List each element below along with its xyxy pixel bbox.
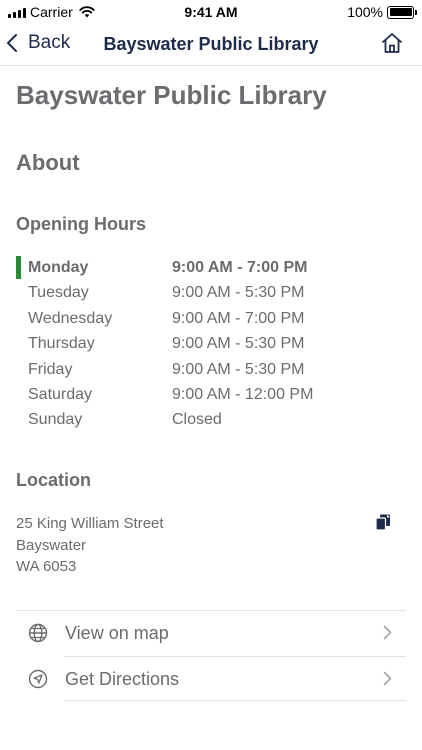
hours-day: Friday [28,360,73,378]
today-marker [16,256,21,279]
battery-percentage: 100% [347,4,383,20]
hours-time: 9:00 AM - 12:00 PM [172,385,314,403]
hours-row: Sunday Closed [16,408,406,433]
hours-time: 9:00 AM - 5:30 PM [172,284,305,302]
hours-time: 9:00 AM - 7:00 PM [172,259,308,276]
hours-row: Wednesday 9:00 AM - 7:00 PM [16,307,406,332]
hours-row: Monday 9:00 AM - 7:00 PM [16,256,406,281]
status-bar: Carrier 9:41 AM 100% [0,0,422,24]
globe-icon [28,623,48,643]
address: 25 King William Street Bayswater WA 6053 [16,513,164,578]
hours-day: Saturday [28,385,93,403]
hours-day: Tuesday [28,284,89,302]
page-title: Bayswater Public Library [16,80,327,110]
status-right: 100% [347,4,417,20]
location-heading: Location [16,470,91,490]
hours-time: 9:00 AM - 7:00 PM [172,309,305,327]
address-line-2: Bayswater [16,536,87,554]
chevron-right-icon [383,671,392,686]
hours-row: Saturday 9:00 AM - 12:00 PM [16,383,406,408]
location-actions: View on map Get Directions [16,610,406,701]
nav-title: Bayswater Public Library [103,34,319,54]
home-button[interactable] [380,31,404,60]
copy-icon [375,514,390,531]
hours-day: Monday [28,259,89,276]
hours-day: Wednesday [28,309,113,327]
home-icon [382,33,402,53]
hours-day: Sunday [28,411,83,429]
hours-time: 9:00 AM - 5:30 PM [172,335,305,353]
navigation-bar: Back Bayswater Public Library [0,24,422,66]
section-title-about: About [16,150,80,175]
hours-time: 9:00 AM - 5:30 PM [172,360,305,378]
address-line-3: WA 6053 [16,558,77,575]
battery-icon [387,5,417,19]
chevron-right-icon [383,625,392,640]
view-on-map-row[interactable]: View on map [16,611,406,656]
address-line-1: 25 King William Street [16,515,164,532]
hours-time: Closed [172,411,222,429]
opening-hours-list: Monday 9:00 AM - 7:00 PM Tuesday 9:00 AM - … [16,256,406,434]
get-directions-row[interactable]: Get Directions [28,656,406,701]
copy-address-button[interactable] [375,514,392,536]
hours-row: Tuesday 9:00 AM - 5:30 PM [16,281,406,306]
opening-hours-heading: Opening Hours [16,214,146,234]
hours-row: Friday 9:00 AM - 5:30 PM [16,358,406,383]
navigation-arrow-icon [28,669,48,689]
hours-day: Thursday [28,335,95,353]
hours-row: Thursday 9:00 AM - 5:30 PM [16,332,406,357]
view-on-map-label: View on map [65,623,169,643]
get-directions-label: Get Directions [65,669,180,689]
